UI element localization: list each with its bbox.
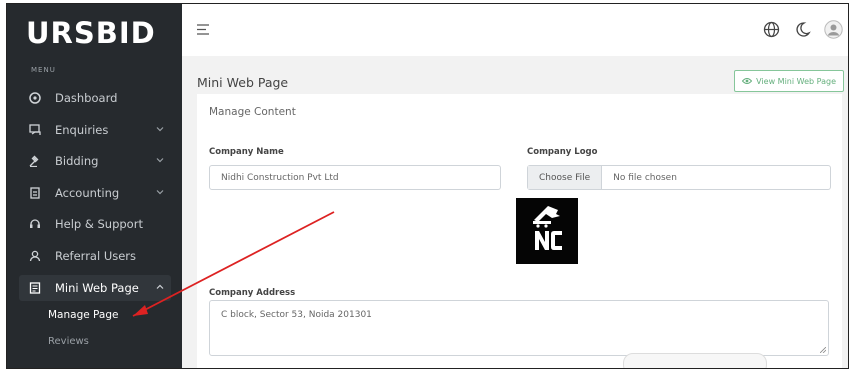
moon-icon[interactable]	[794, 21, 811, 38]
sidebar-item-dashboard[interactable]: Dashboard	[19, 85, 171, 111]
brand-logo[interactable]: URSBID	[26, 16, 156, 50]
company-name-label: Company Name	[209, 147, 284, 157]
sidebar-item-help-support[interactable]: Help & Support	[19, 211, 171, 237]
view-mini-web-page-button[interactable]: View Mini Web Page	[734, 70, 844, 92]
avatar-icon[interactable]	[824, 20, 843, 39]
sidebar-item-label: Enquiries	[55, 123, 109, 137]
company-name-field[interactable]: Nidhi Construction Pvt Ltd	[209, 165, 501, 190]
eye-icon	[742, 78, 753, 84]
sidebar: URSBID MENU Dashboard Enquiries Bidding	[7, 4, 182, 368]
company-logo-image	[516, 198, 578, 264]
globe-icon[interactable]	[763, 21, 780, 38]
company-address-field[interactable]: C block, Sector 53, Noida 201301	[209, 300, 829, 356]
users-icon	[28, 249, 42, 263]
company-address-label: Company Address	[209, 288, 296, 298]
sidebar-item-label: Mini Web Page	[55, 281, 139, 295]
chevron-down-icon	[156, 158, 164, 163]
sidebar-item-label: Accounting	[55, 186, 120, 200]
sidebar-item-label: Dashboard	[55, 91, 118, 105]
enquiries-icon	[28, 123, 42, 137]
page-title: Mini Web Page	[197, 75, 289, 90]
webpage-icon	[28, 281, 42, 295]
chevron-up-icon	[156, 284, 164, 289]
choose-file-button[interactable]: Choose File	[528, 166, 603, 189]
sidebar-subitem-manage-page[interactable]: Manage Page	[48, 309, 118, 321]
manage-content-card: Manage Content Company Name Nidhi Constr…	[197, 94, 842, 368]
sidebar-item-accounting[interactable]: Accounting	[19, 180, 171, 206]
sidebar-item-label: Referral Users	[55, 249, 137, 263]
chevron-down-icon	[156, 190, 164, 195]
section-title: Manage Content	[209, 106, 296, 118]
file-status-text: No file chosen	[613, 172, 677, 183]
menu-icon[interactable]	[197, 24, 210, 35]
sidebar-item-label: Help & Support	[55, 217, 143, 231]
menu-section-label: MENU	[31, 66, 56, 74]
gavel-icon	[28, 154, 42, 168]
sidebar-item-referral-users[interactable]: Referral Users	[19, 243, 171, 269]
top-bar	[182, 4, 848, 57]
dashboard-icon	[28, 91, 42, 105]
company-logo-file-input[interactable]: Choose File No file chosen	[527, 165, 831, 190]
headset-icon	[28, 217, 42, 231]
app-window: URSBID MENU Dashboard Enquiries Bidding	[6, 3, 849, 369]
floating-toolbar[interactable]	[623, 353, 767, 368]
sidebar-item-bidding[interactable]: Bidding	[19, 148, 171, 174]
resize-handle-icon[interactable]	[820, 347, 826, 353]
main-content: Mini Web Page View Mini Web Page Manage …	[182, 56, 848, 368]
chevron-down-icon	[156, 127, 164, 132]
accounting-icon	[28, 186, 42, 200]
sidebar-item-label: Bidding	[55, 154, 99, 168]
sidebar-subitem-reviews[interactable]: Reviews	[48, 336, 89, 347]
sidebar-item-enquiries[interactable]: Enquiries	[19, 117, 171, 143]
view-button-label: View Mini Web Page	[756, 76, 836, 86]
company-logo-label: Company Logo	[527, 147, 598, 157]
company-address-text: C block, Sector 53, Noida 201301	[221, 310, 372, 320]
sidebar-item-mini-web-page[interactable]: Mini Web Page	[19, 275, 171, 301]
